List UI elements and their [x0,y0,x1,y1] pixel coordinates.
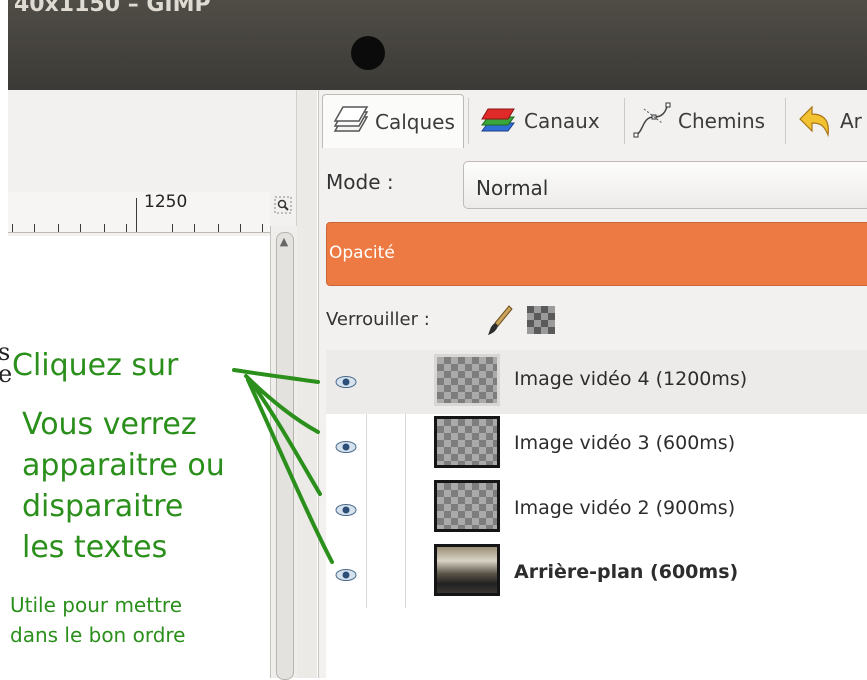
layer-name[interactable]: Image vidéo 2 (900ms) [514,497,735,519]
lock-label: Verrouiller : [326,309,430,330]
channels-icon [481,108,515,132]
visibility-eye-icon[interactable] [335,503,357,517]
annotation-click: Cliquez sur [12,348,179,383]
mode-dropdown[interactable]: Normal [463,161,867,209]
layer-thumbnail[interactable] [434,416,500,468]
zoom-magnifier-icon[interactable] [273,196,293,216]
tab-label: Ar [840,109,862,133]
paths-icon [633,102,671,138]
tab-label: Chemins [678,109,766,133]
canvas-gutter [296,90,317,678]
ruler-label: 1250 [144,192,188,212]
layer-thumbnail[interactable] [434,354,500,406]
visibility-eye-icon[interactable] [335,568,357,582]
tab-chemins[interactable]: Chemins [626,94,782,148]
ruler-major-tick [136,198,137,232]
tab-label: Calques [375,109,455,134]
tab-canaux[interactable]: Canaux [472,94,622,148]
lock-pixels-brush-icon[interactable] [487,304,513,338]
ruler-tick [218,224,219,232]
ruler-tick [34,224,35,232]
ruler-tick [126,224,127,232]
ruler-tick [12,224,13,232]
ruler-tick [262,224,263,232]
window-title: 40x1150 – GIMP [14,0,211,17]
layer-name[interactable]: Image vidéo 4 (1200ms) [514,368,747,390]
ruler-tick [104,224,105,232]
mode-label: Mode : [326,170,394,194]
ruler-tick [240,224,241,232]
layer-thumbnail[interactable] [434,480,500,532]
tab-divider [785,98,786,144]
tab-label: Canaux [524,109,600,133]
ruler-tick [58,224,59,232]
window-titlebar: 40x1150 – GIMP [8,0,867,90]
annotation-explanation: Vous verrez apparaitre ou disparaitre le… [22,407,225,565]
ruler-tick [80,224,81,232]
undo-history-icon [799,105,829,138]
visibility-eye-icon[interactable] [335,440,357,454]
layers-icon [333,105,369,132]
ruler-tick [194,224,195,232]
opacity-slider[interactable]: Opacité [326,222,867,286]
record-indicator-icon [351,36,385,70]
layer-name[interactable]: Arrière-plan (600ms) [514,561,738,583]
opacity-label: Opacité [329,243,395,263]
layer-name[interactable]: Image vidéo 3 (600ms) [514,432,735,454]
visibility-eye-icon[interactable] [335,375,357,389]
annotation-note: Utile pour mettre dans le bon ordre [10,593,186,647]
scrollbar-trough[interactable] [276,232,294,680]
layer-thumbnail-photo[interactable] [434,544,500,596]
scroll-up-arrow-icon[interactable]: ▲ [277,234,291,250]
mode-value: Normal [476,176,549,200]
lock-alpha-checker-icon[interactable] [527,306,555,334]
horizontal-ruler[interactable]: 1250 [8,192,270,233]
tab-divider [468,98,469,144]
tab-annuler[interactable]: Ar [788,94,867,148]
ruler-tick [172,224,173,232]
clipped-text: se [0,338,13,388]
tab-calques[interactable]: Calques [322,94,464,148]
tab-divider [624,98,625,144]
